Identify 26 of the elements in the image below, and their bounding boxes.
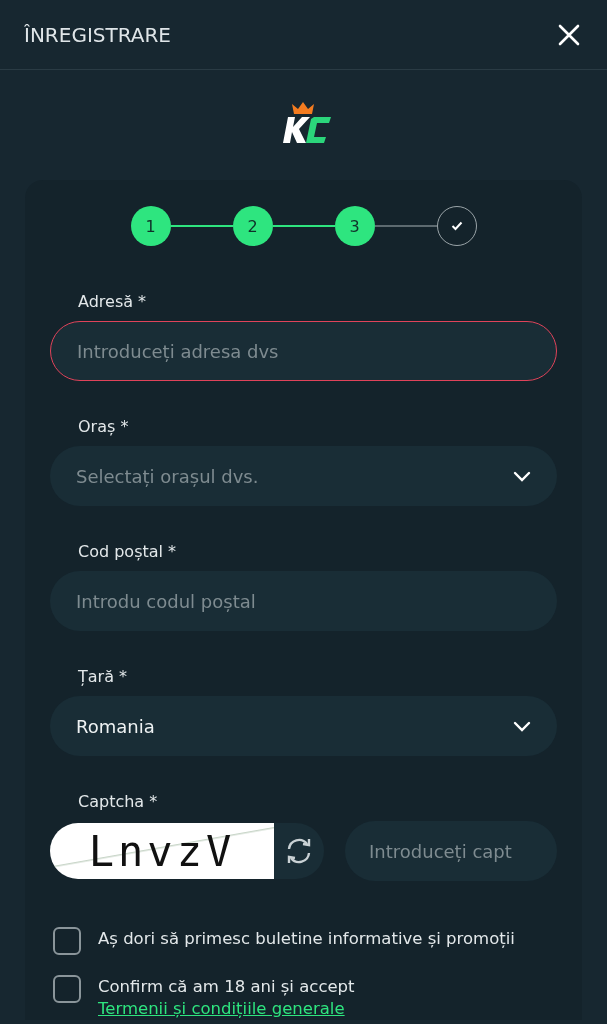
field-label: Adresă * — [78, 292, 148, 312]
close-icon — [557, 22, 581, 47]
field-label: Oraș * — [78, 417, 130, 437]
checkbox-label: Confirm că am 18 ani și accept Termenii și condițiile generale — [98, 976, 356, 1020]
checkbox-label: Aș dori să primesc buletine informative și promoții — [98, 928, 515, 950]
field-label: Țară * — [78, 667, 129, 687]
field-label: Cod poștal * — [78, 542, 178, 562]
chevron-down-icon — [513, 470, 531, 482]
close-button[interactable] — [557, 22, 581, 47]
step-indicator: 2 — [232, 206, 273, 246]
checkbox[interactable] — [53, 927, 81, 955]
field-label: Captcha * — [78, 792, 159, 812]
check-icon — [450, 221, 463, 231]
step-indicator: 3 — [334, 206, 375, 246]
captcha-field[interactable]: Introduceți capt — [345, 821, 557, 881]
captcha-image: LnvzV — [50, 823, 274, 879]
input-field[interactable]: Introduceți adresa dvs — [50, 321, 557, 381]
window-title: ÎNREGISTRARE — [24, 22, 171, 47]
input-field[interactable]: Introdu codul poștal — [50, 571, 557, 631]
step-indicator: 1 — [130, 206, 171, 246]
select-field[interactable]: Romania — [50, 696, 557, 756]
refresh-button[interactable] — [274, 823, 324, 879]
chevron-down-icon — [513, 720, 531, 732]
select-field[interactable]: Selectați orașul dvs. — [50, 446, 557, 506]
terms-link[interactable]: Termenii și condițiile generale — [98, 999, 345, 1018]
checkbox[interactable] — [53, 975, 81, 1003]
